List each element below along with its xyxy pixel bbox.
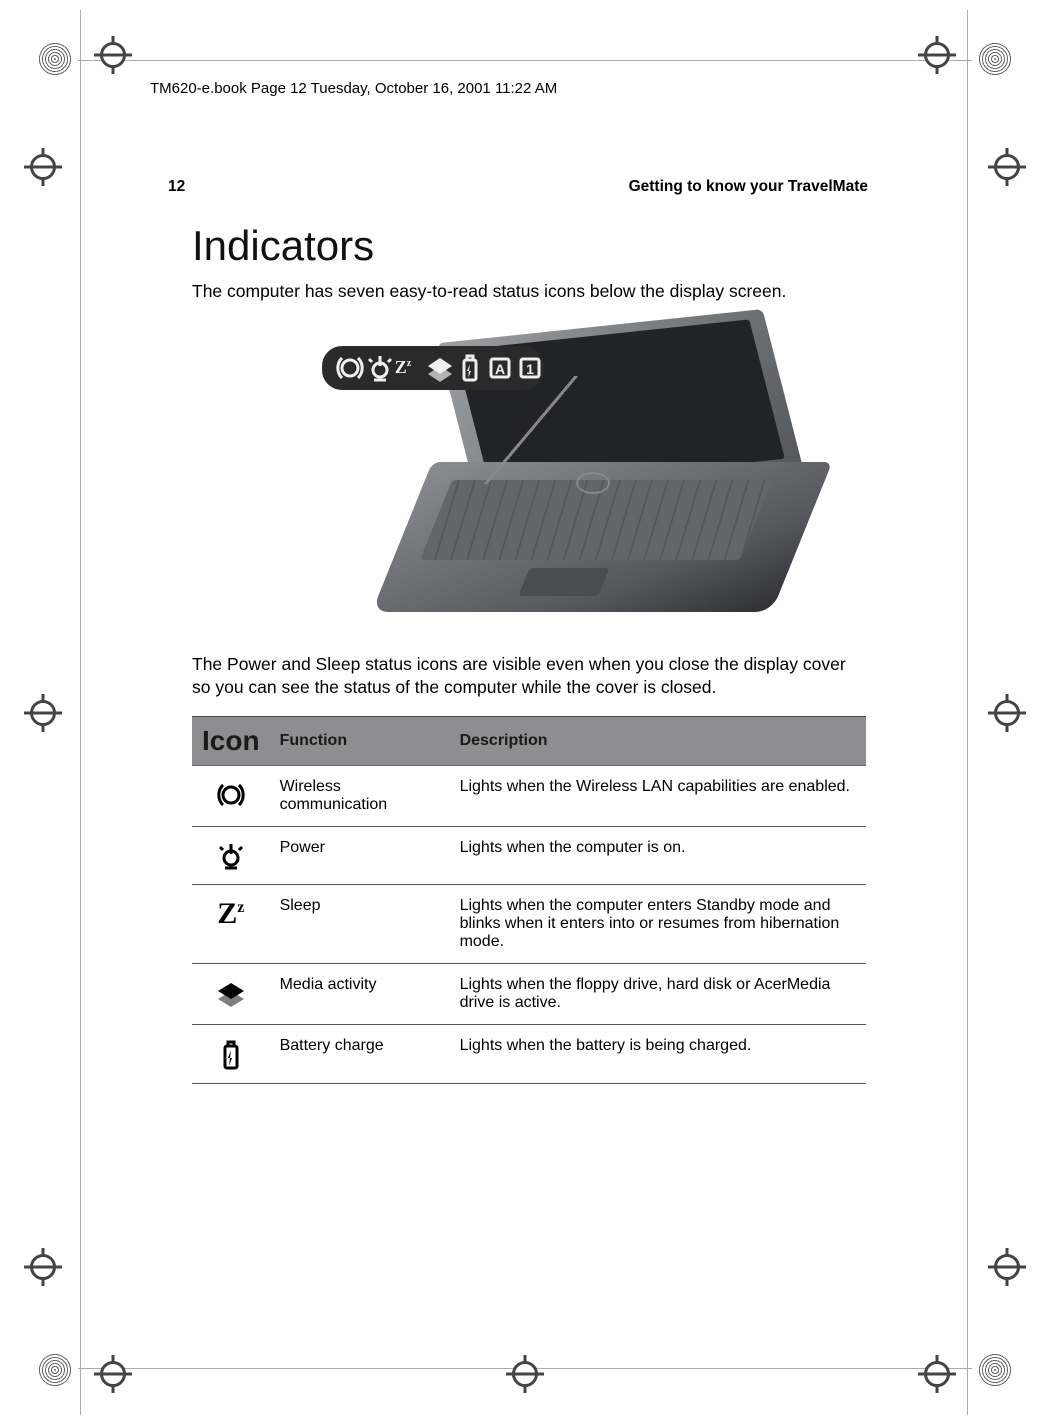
laptop-figure: Zz A 1 <box>238 320 798 625</box>
crop-line-right <box>967 10 968 1415</box>
desc-cell: Lights when the battery is being charged… <box>450 1025 866 1084</box>
battery-icon <box>215 1037 247 1068</box>
power-icon <box>364 352 382 384</box>
crosshair-icon <box>100 42 126 68</box>
crosshair-icon <box>994 154 1020 180</box>
crosshair-icon <box>30 700 56 726</box>
desc-cell: Lights when the computer is on. <box>450 826 866 885</box>
section-title: Indicators <box>192 222 868 270</box>
power-icon <box>215 839 247 870</box>
crop-line-top <box>78 60 972 61</box>
sleep-icon: Zz <box>394 357 412 378</box>
func-cell: Power <box>270 826 450 885</box>
func-cell: Sleep <box>270 885 450 964</box>
func-cell: Wireless communication <box>270 765 450 826</box>
crosshair-icon <box>30 1254 56 1280</box>
wireless-icon <box>215 778 247 809</box>
registration-mark-icon <box>978 42 1012 76</box>
col-function: Function <box>270 716 450 765</box>
crosshair-icon <box>924 42 950 68</box>
crosshair-icon <box>30 154 56 180</box>
table-row: Media activity Lights when the floppy dr… <box>192 964 866 1025</box>
registration-mark-icon <box>38 42 72 76</box>
file-header-text: TM620-e.book Page 12 Tuesday, October 16… <box>150 80 557 97</box>
table-row: Power Lights when the computer is on. <box>192 826 866 885</box>
callout-leader-line <box>478 376 584 484</box>
battery-icon <box>454 352 472 384</box>
table-row: Wireless communication Lights when the W… <box>192 765 866 826</box>
crosshair-icon <box>994 1254 1020 1280</box>
desc-cell: Lights when the floppy drive, hard disk … <box>450 964 866 1025</box>
page-number: 12 <box>168 178 185 196</box>
callout-target-circle <box>576 472 610 494</box>
svg-text:A: A <box>495 361 505 377</box>
table-row: Battery charge Lights when the battery i… <box>192 1025 866 1084</box>
media-icon <box>424 352 442 384</box>
registration-mark-icon <box>38 1353 72 1387</box>
crosshair-icon <box>994 700 1020 726</box>
registration-mark-icon <box>978 1353 1012 1387</box>
wireless-icon <box>334 352 352 384</box>
col-description: Description <box>450 716 866 765</box>
mid-paragraph: The Power and Sleep status icons are vis… <box>192 653 868 700</box>
crop-line-left <box>80 10 81 1415</box>
crosshair-icon <box>100 1361 126 1387</box>
crosshair-icon <box>924 1361 950 1387</box>
svg-text:1: 1 <box>526 361 534 377</box>
crosshair-icon <box>512 1361 538 1387</box>
intro-paragraph: The computer has seven easy-to-read stat… <box>192 280 868 304</box>
table-row: Zz Sleep Lights when the computer enters… <box>192 885 866 964</box>
desc-cell: Lights when the Wireless LAN capabilitie… <box>450 765 866 826</box>
page-header: 12 Getting to know your TravelMate <box>168 178 868 200</box>
sleep-icon: Zz <box>217 897 244 930</box>
func-cell: Media activity <box>270 964 450 1025</box>
indicators-table: Icon Function Description Wireless commu… <box>192 716 866 1084</box>
func-cell: Battery charge <box>270 1025 450 1084</box>
chapter-title: Getting to know your TravelMate <box>629 178 868 196</box>
media-icon <box>215 976 247 1007</box>
desc-cell: Lights when the computer enters Standby … <box>450 885 866 964</box>
col-icon: Icon <box>192 716 270 765</box>
